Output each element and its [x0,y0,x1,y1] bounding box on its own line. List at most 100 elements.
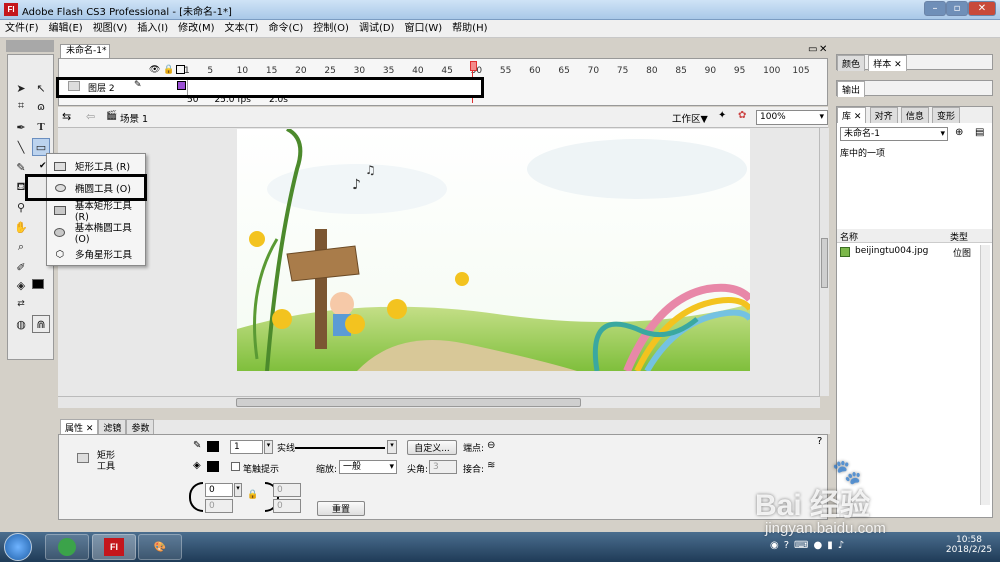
text-tool-icon[interactable]: T [32,118,50,136]
miter-input[interactable]: 3 [429,460,457,474]
selection-tool-icon[interactable]: ➤ [12,79,30,97]
security-icon[interactable]: ● [813,540,822,551]
language-icon[interactable]: ◉ [770,540,779,551]
stage-canvas[interactable]: ♪ ♫ [237,129,750,371]
stroke-style-dropdown[interactable]: ▾ [387,440,397,454]
tab-color[interactable]: 颜色 [837,55,866,71]
corner-radius-br[interactable]: 0 [273,499,301,513]
menu-edit[interactable]: 编辑(E) [44,20,88,38]
zoom-tool-icon[interactable]: ⌕ [12,238,30,256]
tab-swatches[interactable]: 样本 ✕ [868,55,907,71]
tab-output[interactable]: 输出 [837,81,866,97]
tab-properties[interactable]: 属性 ✕ [60,419,99,435]
vscroll-thumb[interactable] [821,238,828,288]
line-tool-icon[interactable]: ╲ [12,138,30,156]
help-icon[interactable]: ? [817,436,822,447]
corner-radius-tl[interactable]: 0 [205,483,233,497]
tab-align[interactable]: 对齐 [869,107,898,123]
minimize-button[interactable]: – [924,1,946,16]
menu-modify[interactable]: 修改(M) [173,20,219,38]
start-button[interactable] [4,533,32,561]
scene-name[interactable]: 场景 1 [120,111,148,125]
fill-swatch[interactable] [32,279,44,289]
zoom-select[interactable]: 100% ▾ [756,110,828,125]
tools-panel-header[interactable] [6,40,54,52]
menu-debug[interactable]: 调试(D) [354,20,400,38]
taskbar-browser-icon[interactable] [45,534,89,560]
taskbar-flash-button[interactable]: Fl [92,534,136,560]
menu-text[interactable]: 文本(T) [220,20,264,38]
ruler-label: 95 [733,66,746,76]
menu-control[interactable]: 控制(O) [308,20,354,38]
edit-scene-icon[interactable]: ⇆ [62,110,71,123]
hand-tool-icon[interactable]: ✋ [12,218,30,236]
keyboard-icon[interactable]: ⌨ [794,540,808,551]
custom-stroke-button[interactable]: 自定义... [407,440,457,455]
pen-icon[interactable]: ✒ [12,118,30,136]
menu-item-polystar-tool[interactable]: ⬡ 多角星形工具 [47,243,145,265]
menu-commands[interactable]: 命令(C) [263,20,308,38]
free-transform-icon[interactable]: ⌗ [12,97,30,115]
document-tab[interactable]: 未命名-1* [60,44,110,58]
menu-window[interactable]: 窗口(W) [399,20,447,38]
col-name[interactable]: 名称 [840,230,858,243]
corner-radius-tr[interactable]: 0 [273,483,301,497]
subselection-tool-icon[interactable]: ↖ [32,79,50,97]
corner-radius-bl[interactable]: 0 [205,499,233,513]
tab-library[interactable]: 库 ✕ [837,107,867,123]
menu-file[interactable]: 文件(F) [0,20,44,38]
scale-select[interactable]: 一般 ▾ [339,460,397,474]
cap-style-icon[interactable]: ⊖ [487,440,495,451]
stroke-hint-checkbox[interactable] [231,462,240,471]
stroke-width-dropdown[interactable]: ▾ [264,440,273,454]
close-doc-icon[interactable]: ✕ [819,44,827,55]
stroke-color-swatch[interactable] [207,441,219,452]
cap-label: 端点: [463,444,485,454]
lock-icon[interactable]: 🔒 [163,65,174,75]
menu-help[interactable]: 帮助(H) [447,20,492,38]
corner-tl-dropdown[interactable]: ▾ [234,483,242,497]
tab-parameters[interactable]: 参数 [126,419,155,435]
join-style-icon[interactable]: ≋ [487,460,495,471]
close-button[interactable]: ✕ [968,1,996,16]
ruler-label: 80 [646,66,658,76]
hscroll-thumb[interactable] [236,398,581,407]
frame-ruler[interactable]: 1 5 10 15 20 25 30 35 40 45 50 55 60 65 70 75 80 85 90 95 10… [184,59,824,79]
lock-corners-icon[interactable]: 🔒 [247,490,258,500]
workspace-menu[interactable]: 工作区▼ [672,111,708,125]
menu-view[interactable]: 视图(V) [88,20,133,38]
stroke-color-icon[interactable]: ✐ [12,258,30,276]
menu-item-primitive-rectangle[interactable]: 基本矩形工具(R) [47,199,145,223]
fill-color-swatch[interactable] [207,461,219,472]
tab-filters[interactable]: 滤镜 [98,419,127,435]
taskbar-paint-icon[interactable]: 🎨 [138,534,182,560]
eye-icon[interactable]: 👁 [149,65,160,75]
col-type[interactable]: 类型 [950,230,968,243]
lasso-icon[interactable]: ɷ [32,97,50,115]
swap-colors-icon[interactable]: ⇄ [12,295,30,313]
snap-icon[interactable]: ⋒ [32,315,50,333]
back-arrow-icon[interactable]: ⇦ [86,110,95,123]
tab-transform[interactable]: 变形 [932,107,961,123]
maximize-button[interactable]: ▫ [946,1,968,16]
ruler-label: 100 [763,66,781,76]
tab-info[interactable]: 信息 [900,107,929,123]
volume-icon[interactable]: ♪ [838,540,844,551]
edit-objects-icon[interactable]: ✿ [738,110,746,121]
stage-horizontal-scrollbar[interactable] [58,396,820,408]
edit-symbols-icon[interactable]: ✦ [718,110,726,121]
help-tray-icon[interactable]: ? [784,540,789,551]
network-icon[interactable]: ▮ [827,540,833,551]
pin-library-icon[interactable]: ⊕ [955,127,963,138]
object-drawing-icon[interactable]: ◍ [12,315,30,333]
stage-vertical-scrollbar[interactable] [819,128,829,396]
library-item-row[interactable]: beijingtu004.jpg 位图 [837,245,992,259]
menu-insert[interactable]: 插入(I) [132,20,173,38]
reset-button[interactable]: 重置 [317,501,365,516]
library-doc-select[interactable]: 未命名-1 ▾ [840,127,948,141]
fill-color-icon[interactable]: ◈ [12,276,30,294]
restore-doc-icon[interactable]: ▭ [808,44,817,55]
new-library-icon[interactable]: ▤ [975,127,984,138]
stroke-width-input[interactable]: 1 [230,440,263,454]
menu-item-primitive-oval[interactable]: 基本椭圆工具(O) [47,221,145,245]
